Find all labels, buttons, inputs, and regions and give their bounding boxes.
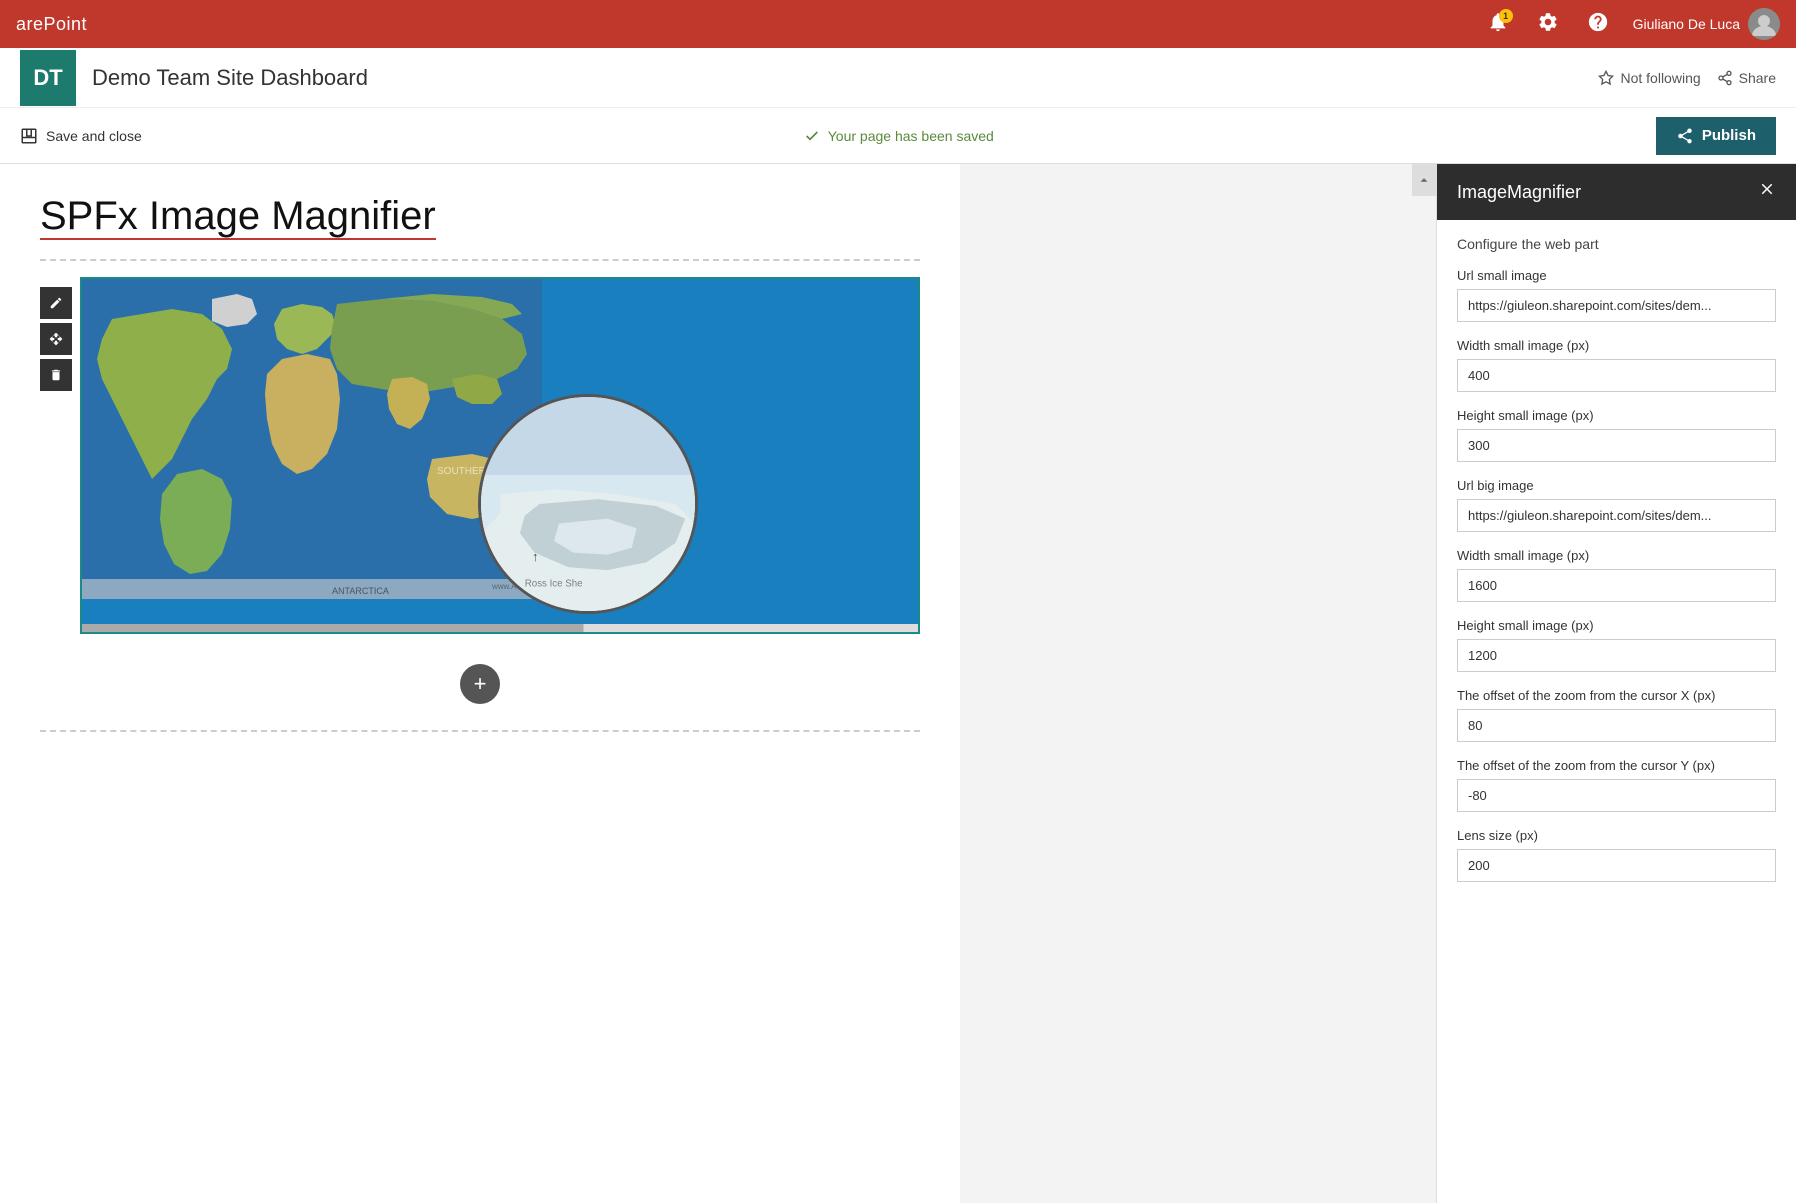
width-small-group: Width small image (px) <box>1457 338 1776 392</box>
web-part-toolbar <box>40 287 72 391</box>
delete-webpart-button[interactable] <box>40 359 72 391</box>
notifications-icon[interactable]: 1 <box>1477 5 1519 44</box>
page-title-section: SPFx Image Magnifier <box>40 194 920 239</box>
scroll-up-button[interactable] <box>1412 164 1436 196</box>
panel-close-button[interactable] <box>1758 180 1776 204</box>
save-close-button[interactable]: Save and close <box>20 127 142 145</box>
offset-y-input[interactable] <box>1457 779 1776 812</box>
map-svg: SOUTHERN OCEA ANTARCTICA www.A7W <box>82 279 542 599</box>
site-icon: DT <box>20 50 76 106</box>
width-big-input[interactable] <box>1457 569 1776 602</box>
publish-button[interactable]: Publish <box>1656 117 1776 155</box>
cursor-hint: ↑ <box>532 549 539 564</box>
page-content: SPFx Image Magnifier <box>0 164 1436 1203</box>
user-avatar[interactable] <box>1748 8 1780 40</box>
magnified-view: Ross Ice She <box>481 394 695 614</box>
page-inner: SPFx Image Magnifier <box>0 164 960 1203</box>
width-small-input[interactable] <box>1457 359 1776 392</box>
height-small-input[interactable] <box>1457 429 1776 462</box>
add-section-button[interactable]: + <box>460 664 500 704</box>
bottom-divider <box>40 730 920 732</box>
user-name: Giuliano De Luca <box>1633 16 1740 32</box>
lens-size-group: Lens size (px) <box>1457 828 1776 882</box>
panel-subtitle: Configure the web part <box>1457 236 1776 252</box>
url-small-label: Url small image <box>1457 268 1776 283</box>
world-map[interactable]: SOUTHERN OCEA ANTARCTICA www.A7W <box>82 279 918 624</box>
saved-status: Your page has been saved <box>804 128 994 144</box>
url-big-group: Url big image <box>1457 478 1776 532</box>
offset-x-label: The offset of the zoom from the cursor X… <box>1457 688 1776 703</box>
offset-x-input[interactable] <box>1457 709 1776 742</box>
offset-y-label: The offset of the zoom from the cursor Y… <box>1457 758 1776 773</box>
web-part-container: SOUTHERN OCEA ANTARCTICA www.A7W <box>80 277 920 634</box>
site-header: DT Demo Team Site Dashboard Not followin… <box>0 48 1796 108</box>
url-small-input[interactable] <box>1457 289 1776 322</box>
url-small-group: Url small image <box>1457 268 1776 322</box>
url-big-label: Url big image <box>1457 478 1776 493</box>
width-small-label: Width small image (px) <box>1457 338 1776 353</box>
share-button[interactable]: Share <box>1717 70 1776 86</box>
panel-header: ImageMagnifier <box>1437 164 1796 220</box>
lens-size-label: Lens size (px) <box>1457 828 1776 843</box>
lens-size-input[interactable] <box>1457 849 1776 882</box>
offset-x-group: The offset of the zoom from the cursor X… <box>1457 688 1776 742</box>
settings-icon[interactable] <box>1527 5 1569 44</box>
offset-y-group: The offset of the zoom from the cursor Y… <box>1457 758 1776 812</box>
height-small-label: Height small image (px) <box>1457 408 1776 423</box>
svg-text:Ross Ice She: Ross Ice She <box>525 579 583 590</box>
magnifier-lens: Ross Ice She <box>478 394 698 614</box>
edit-toolbar: Save and close Your page has been saved … <box>0 108 1796 164</box>
right-panel: ImageMagnifier Configure the web part Ur… <box>1436 164 1796 1203</box>
height-small-group: Height small image (px) <box>1457 408 1776 462</box>
height-big-label: Height small image (px) <box>1457 618 1776 633</box>
height-big-group: Height small image (px) <box>1457 618 1776 672</box>
nav-right: 1 Giuliano De Luca <box>1477 5 1780 44</box>
page-title: SPFx Image Magnifier <box>40 194 436 240</box>
brand-name: arePoint <box>16 14 87 35</box>
edit-webpart-button[interactable] <box>40 287 72 319</box>
help-icon[interactable] <box>1577 5 1619 44</box>
site-actions: Not following Share <box>1598 70 1776 86</box>
top-navigation: arePoint 1 Giuliano De Luca <box>0 0 1796 48</box>
width-big-group: Width small image (px) <box>1457 548 1776 602</box>
add-section-container: + <box>40 654 920 714</box>
site-title: Demo Team Site Dashboard <box>92 65 368 91</box>
svg-text:ANTARCTICA: ANTARCTICA <box>332 586 389 596</box>
panel-body: Configure the web part Url small image W… <box>1437 220 1796 914</box>
height-big-input[interactable] <box>1457 639 1776 672</box>
not-following-button[interactable]: Not following <box>1598 70 1700 86</box>
width-big-label: Width small image (px) <box>1457 548 1776 563</box>
section-divider <box>40 259 920 261</box>
url-big-input[interactable] <box>1457 499 1776 532</box>
move-webpart-button[interactable] <box>40 323 72 355</box>
panel-title: ImageMagnifier <box>1457 182 1581 203</box>
web-part-wrapper: SOUTHERN OCEA ANTARCTICA www.A7W <box>80 277 920 634</box>
notification-badge: 1 <box>1499 9 1513 23</box>
nav-left: arePoint <box>16 14 87 35</box>
horizontal-scroll[interactable] <box>82 624 918 632</box>
site-info: DT Demo Team Site Dashboard <box>20 50 368 106</box>
main-layout: SPFx Image Magnifier <box>0 164 1796 1203</box>
